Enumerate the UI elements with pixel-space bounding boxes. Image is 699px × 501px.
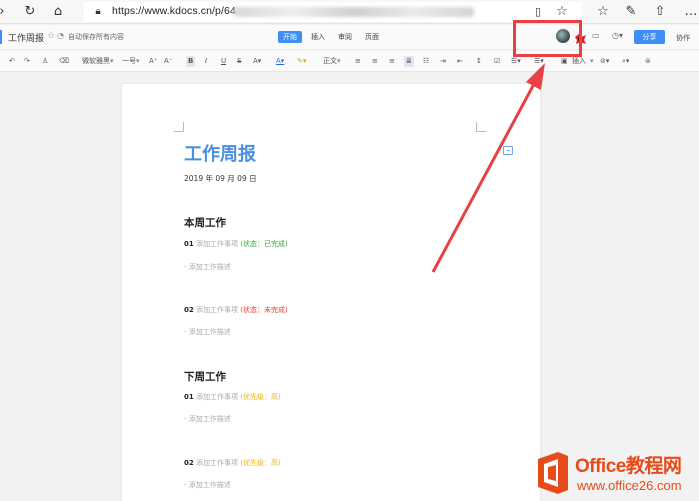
search-icon[interactable]: ⌕▾ [622,56,629,67]
highlight-icon[interactable]: ✎▾ [297,56,306,67]
insert-menu[interactable]: 插入 [572,56,586,67]
office-logo [538,452,568,494]
format-toolbar: ↶ ↷ ♙ ⌫ 微软雅黑 ▾ 一号 ▾ A⁺ A⁻ B I U S A▾ A▾ … [0,51,699,72]
item-description[interactable]: - 添加工作描述 [184,414,231,424]
doc-header: 工作周报 ☆ ◔ 自动保存所有内容 开始 插入 审阅 页面 ▭ ◷▾ 分享 协作 [0,25,699,50]
item-number: 02 [184,459,194,467]
back-arrow-icon[interactable]: › [0,4,10,20]
decrease-font-icon[interactable]: A⁻ [164,56,172,67]
collaborate-button[interactable]: 协作 [676,33,690,43]
underline-button[interactable]: U [221,56,226,67]
font-color-icon[interactable]: A▾ [276,56,284,67]
line-spacing-icon[interactable]: ↕ [476,56,482,67]
list-item[interactable]: 01 添加工作事项 (优先级：高) [184,392,281,402]
justify-icon[interactable]: ≣ [404,56,414,67]
item-number: 01 [184,240,194,248]
autosave-status: 自动保存所有内容 [68,33,124,41]
font-size-select[interactable]: 一号 [122,56,136,67]
increase-font-icon[interactable]: A⁺ [149,56,157,67]
more-tools-icon[interactable]: ⊜ [645,56,651,67]
tab-insert[interactable]: 插入 [306,31,330,43]
list-item[interactable]: 02 添加工作事项 (优先级：高) [184,458,281,468]
annotation-highlight-box [513,20,582,57]
star-icon[interactable]: ☆ [554,4,570,20]
text-effect-icon[interactable]: A▾ [253,56,261,67]
outdent-icon[interactable]: ⇤ [457,56,463,67]
lock-icon: 🔒︎ [95,6,101,17]
video-icon[interactable]: ▭ [592,31,600,40]
pen-icon[interactable]: ✎ [623,4,639,20]
italic-button[interactable]: I [205,56,207,67]
status-badge: (状态：未完成) [240,306,288,314]
watermark-site: www.office26.com [577,478,682,493]
history-icon[interactable]: ◷▾ [612,31,623,40]
watermark-brand: Office教程网 [575,456,682,477]
more-icon[interactable]: … [683,4,699,20]
share-button[interactable]: 分享 [634,30,665,44]
insert-icon[interactable]: ▣ [561,56,568,67]
align-right-icon[interactable]: ≡ [389,56,395,67]
link-icon[interactable]: ⊘▾ [600,56,609,67]
chevron-down-icon[interactable]: ▾ [110,56,114,67]
tab-page[interactable]: 页面 [360,31,384,43]
home-icon[interactable]: ⌂ [50,4,66,20]
undo-icon[interactable]: ↶ [9,56,15,67]
item-description[interactable]: - 添加工作描述 [184,480,231,490]
share-icon[interactable]: ⇧ [652,4,668,20]
distribute-icon[interactable]: ☷ [423,56,429,67]
tab-start[interactable]: 开始 [278,31,302,43]
star-icon[interactable]: ☆ [47,31,55,41]
align-left-icon[interactable]: ≡ [355,56,361,67]
tab-review[interactable]: 审阅 [333,31,357,43]
address-bar[interactable]: 🔒︎ https://www.kdocs.cn/p/64 ▯ ☆ [84,2,582,22]
priority-badge: (优先级：高) [240,393,281,401]
indent-icon[interactable]: ⇥ [440,56,446,67]
document-page[interactable]: 工作周报 2019 年 09 月 09 日 本周工作 01 添加工作事项 (状态… [122,84,540,501]
doc-title[interactable]: 工作周报 [8,31,44,44]
item-number: 01 [184,393,194,401]
item-placeholder: 添加工作事项 [195,393,238,401]
item-description[interactable]: - 添加工作描述 [184,262,231,272]
margin-corner-tr [476,122,486,132]
item-description[interactable]: - 添加工作描述 [184,327,231,337]
section-this-week[interactable]: 本周工作 [184,215,226,230]
list-item[interactable]: 01 添加工作事项 (状态：已完成) [184,239,288,249]
strike-button[interactable]: S [237,56,241,67]
page-title[interactable]: 工作周报 [184,140,256,166]
item-placeholder: 添加工作事项 [195,306,238,314]
list-item[interactable]: 02 添加工作事项 (状态：未完成) [184,305,288,315]
item-placeholder: 添加工作事项 [195,240,238,248]
item-number: 02 [184,306,194,314]
favorites-icon[interactable]: ☆ [595,4,611,20]
comment-icon[interactable] [503,146,513,155]
numbered-list-icon[interactable]: ☰▾ [534,56,544,67]
clear-format-icon[interactable]: ⌫ [59,56,69,67]
url-redacted [234,7,474,17]
watermark: Office教程网 www.office26.com [533,447,699,501]
format-painter-icon[interactable]: ♙ [42,56,48,67]
style-select[interactable]: 正文 [323,56,337,67]
chevron-down-icon[interactable]: ▾ [590,56,594,67]
clock-icon: ◔ [57,31,64,40]
align-center-icon[interactable]: ≡ [372,56,378,67]
item-placeholder: 添加工作事项 [195,459,238,467]
doc-date[interactable]: 2019 年 09 月 09 日 [184,173,257,184]
bullet-list-icon[interactable]: ☰▾ [511,56,521,67]
checkbox-icon[interactable]: ☑ [494,56,500,67]
chevron-down-icon[interactable]: ▾ [337,56,341,67]
url-text: https://www.kdocs.cn/p/64 [112,5,236,17]
status-badge: (状态：已完成) [240,240,288,248]
priority-badge: (优先级：高) [240,459,281,467]
margin-corner-tl [174,122,184,132]
section-next-week[interactable]: 下周工作 [184,369,226,384]
reader-view-icon[interactable]: ▯ [530,4,546,20]
doc-indicator [0,30,2,44]
font-name-select[interactable]: 微软雅黑 [82,56,110,67]
bold-button[interactable]: B [186,56,196,67]
chevron-down-icon[interactable]: ▾ [136,56,140,67]
browser-toolbar: › ↻ ⌂ 🔒︎ https://www.kdocs.cn/p/64 ▯ ☆ ☆… [0,0,699,24]
redo-icon[interactable]: ↷ [24,56,30,67]
refresh-icon[interactable]: ↻ [22,4,38,20]
